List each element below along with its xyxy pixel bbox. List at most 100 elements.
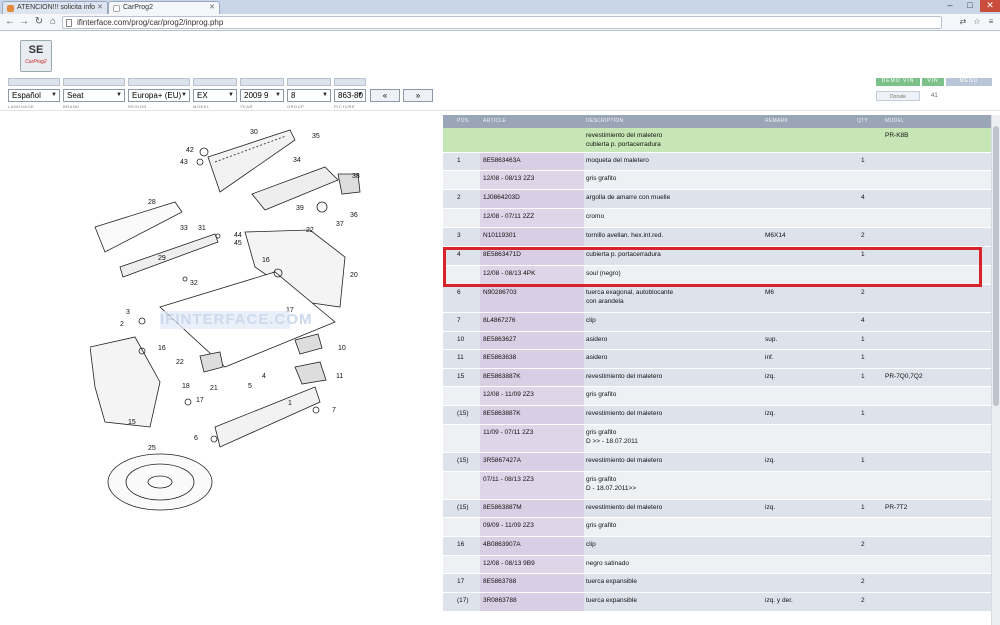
next-picture-button[interactable]: »	[403, 89, 433, 102]
article-cell[interactable]: N90286703	[483, 288, 517, 297]
maximize-icon[interactable]: □	[960, 0, 980, 12]
carprog-logo[interactable]: SE CarProg2	[20, 40, 52, 72]
svg-text:5: 5	[248, 383, 252, 390]
wrench-icon[interactable]: ≡	[986, 17, 996, 27]
home-icon[interactable]: ⌂	[47, 16, 59, 28]
year-select[interactable]: 2009 9 ▼	[240, 89, 284, 102]
table-row[interactable]: 12/08 - 07/11 2ZZ cromo	[443, 209, 991, 228]
pos-cell: 17	[457, 578, 465, 585]
article-cell[interactable]: 8E5863887K	[483, 409, 521, 418]
table-row[interactable]: 11/09 - 07/11 2Z3 gris grafito D >> - 18.…	[443, 425, 991, 453]
parts-table: POS ARTICLE DESCRIPTION REMARK QTY MODEL…	[443, 115, 991, 625]
svg-text:35: 35	[312, 133, 320, 140]
description-cell: revestimiento del maletero	[586, 373, 663, 380]
description-cell: negro satinado	[586, 560, 630, 567]
page-icon	[113, 5, 120, 12]
svg-text:16: 16	[158, 345, 166, 352]
table-row[interactable]: (17) 3R0863788 tuerca expansible izq. y der…	[443, 593, 991, 612]
article-cell[interactable]: 07/11 - 08/13 2Z3	[483, 475, 534, 484]
browser-tab-1[interactable]: ATENCION!!! solicita info ✕	[2, 1, 108, 14]
close-tab-icon[interactable]: ✕	[97, 2, 103, 14]
close-tab-icon[interactable]: ✕	[209, 2, 215, 14]
article-cell[interactable]: 3R5867427A	[483, 456, 521, 465]
brand-select[interactable]: Seat ▼	[63, 89, 125, 102]
article-cell[interactable]: 12/08 - 08/13 9B9	[483, 559, 535, 568]
article-cell[interactable]: 8E5863638	[483, 353, 516, 362]
table-row[interactable]: 09/09 - 11/09 2Z3 gris grafito	[443, 518, 991, 537]
pos-cell: 16	[457, 541, 465, 548]
qty-cell: 1	[861, 410, 865, 417]
table-row[interactable]: 3 N10119301 tornillo avellan. hex.int.red.…	[443, 228, 991, 247]
col-pos: POS	[457, 118, 469, 124]
table-row[interactable]: 10 8E5863627 asidero sup. 1	[443, 332, 991, 350]
region-select[interactable]: Europa+ (EU) ▼	[128, 89, 190, 102]
tab-title: ATENCION!!! solicita info	[17, 4, 96, 11]
article-cell[interactable]: 1J0864203D	[483, 193, 520, 202]
table-row[interactable]: 6 N90286703 tuerca exagonal, autoblocante …	[443, 285, 991, 313]
prev-picture-button[interactable]: «	[370, 89, 400, 102]
article-cell[interactable]: 8E5863627	[483, 335, 516, 344]
qty-cell: 4	[861, 194, 865, 201]
article-cell[interactable]: 09/09 - 11/09 2Z3	[483, 521, 534, 530]
svg-text:33: 33	[180, 225, 188, 232]
article-cell[interactable]: 3R0863788	[483, 596, 517, 605]
svg-text:28: 28	[148, 199, 156, 206]
star-icon[interactable]: ☆	[972, 17, 982, 27]
brand-label: BRAND	[63, 104, 80, 109]
forward-icon[interactable]: →	[18, 16, 30, 28]
table-row[interactable]: 7 8L4867276 clip 4	[443, 313, 991, 332]
donate-button[interactable]: Donate	[876, 91, 920, 101]
reload-icon[interactable]: ↻	[33, 16, 45, 28]
picture-label: PICTURE	[334, 104, 356, 109]
browser-tab-2[interactable]: CarProg2 ✕	[108, 1, 220, 14]
article-cell[interactable]: 4B0863907A	[483, 540, 521, 549]
table-row[interactable]: (15) 8E5863887M revestimiento del maletero…	[443, 500, 991, 518]
language-select[interactable]: Español ▼	[8, 89, 60, 102]
table-row[interactable]: 12/08 - 08/13 9B9 negro satinado	[443, 556, 991, 574]
article-cell[interactable]: 12/08 - 08/13 2Z3	[483, 174, 534, 183]
group-select[interactable]: 8 ▼	[287, 89, 331, 102]
url-input[interactable]: ifinterface.com/prog/car/prog2/inprog.ph…	[62, 16, 942, 29]
article-cell[interactable]: 8E5863887K	[483, 372, 521, 381]
picture-select[interactable]: 863-80 ▼	[334, 89, 366, 102]
model-select[interactable]: EX ▼	[193, 89, 237, 102]
table-row[interactable]: 1 8E5863463A moqueta del maletero 1	[443, 153, 991, 171]
table-row[interactable]: 15 8E5863887K revestimiento del maletero iz…	[443, 369, 991, 387]
svg-text:10: 10	[338, 345, 346, 352]
svg-text:32: 32	[190, 280, 198, 287]
article-cell[interactable]: 8E5863887M	[483, 503, 522, 512]
svg-text:7: 7	[332, 407, 336, 414]
translate-icon[interactable]: ⇄	[958, 17, 968, 27]
table-row[interactable]: 2 1J0864203D argolla de amarre con muelle 4	[443, 190, 991, 209]
table-row[interactable]: 17 8E5863788 tuerca expansible 2	[443, 574, 991, 593]
table-header: POS ARTICLE DESCRIPTION REMARK QTY MODEL	[443, 115, 991, 128]
menu-button[interactable]: MENU	[946, 78, 992, 86]
table-row[interactable]: 07/11 - 08/13 2Z3 gris grafito D - 18.07.…	[443, 472, 991, 500]
table-row[interactable]: revestimiento del maletero cubierta p. p…	[443, 128, 991, 153]
article-cell[interactable]: 11/09 - 07/11 2Z3	[483, 428, 533, 437]
group-value: 8	[291, 91, 296, 100]
scrollbar-thumb[interactable]	[993, 126, 999, 406]
article-cell[interactable]: 8E5863788	[483, 577, 516, 586]
article-cell[interactable]: 8E5863463A	[483, 156, 521, 165]
table-row[interactable]: 12/08 - 08/13 2Z3 gris grafito	[443, 171, 991, 190]
model-cell: PR-K8B	[885, 132, 909, 139]
vin-button[interactable]: VIN	[922, 78, 944, 86]
svg-text:30: 30	[250, 129, 258, 136]
article-cell[interactable]: 12/08 - 11/09 2Z3	[483, 390, 534, 399]
table-row[interactable]: (15) 8E5863887K revestimiento del maletero…	[443, 406, 991, 425]
demo-vin-button[interactable]: DEMO VIN	[876, 78, 920, 86]
table-row[interactable]: (15) 3R5867427A revestimiento del maletero…	[443, 453, 991, 472]
pos-cell: (15)	[457, 457, 469, 464]
article-cell[interactable]: N10119301	[483, 231, 516, 240]
close-window-icon[interactable]: ✕	[980, 0, 1000, 12]
table-row[interactable]: 11 8E5863638 asidero inf. 1	[443, 350, 991, 369]
divider	[0, 110, 1000, 111]
minimize-icon[interactable]: –	[940, 0, 960, 12]
back-icon[interactable]: ←	[4, 16, 16, 28]
description-cell: cromo	[586, 213, 605, 220]
table-row[interactable]: 12/08 - 11/09 2Z3 gris grafito	[443, 387, 991, 406]
article-cell[interactable]: 8L4867276	[483, 316, 516, 325]
table-row[interactable]: 16 4B0863907A clip 2	[443, 537, 991, 556]
article-cell[interactable]: 12/08 - 07/11 2ZZ	[483, 212, 534, 221]
